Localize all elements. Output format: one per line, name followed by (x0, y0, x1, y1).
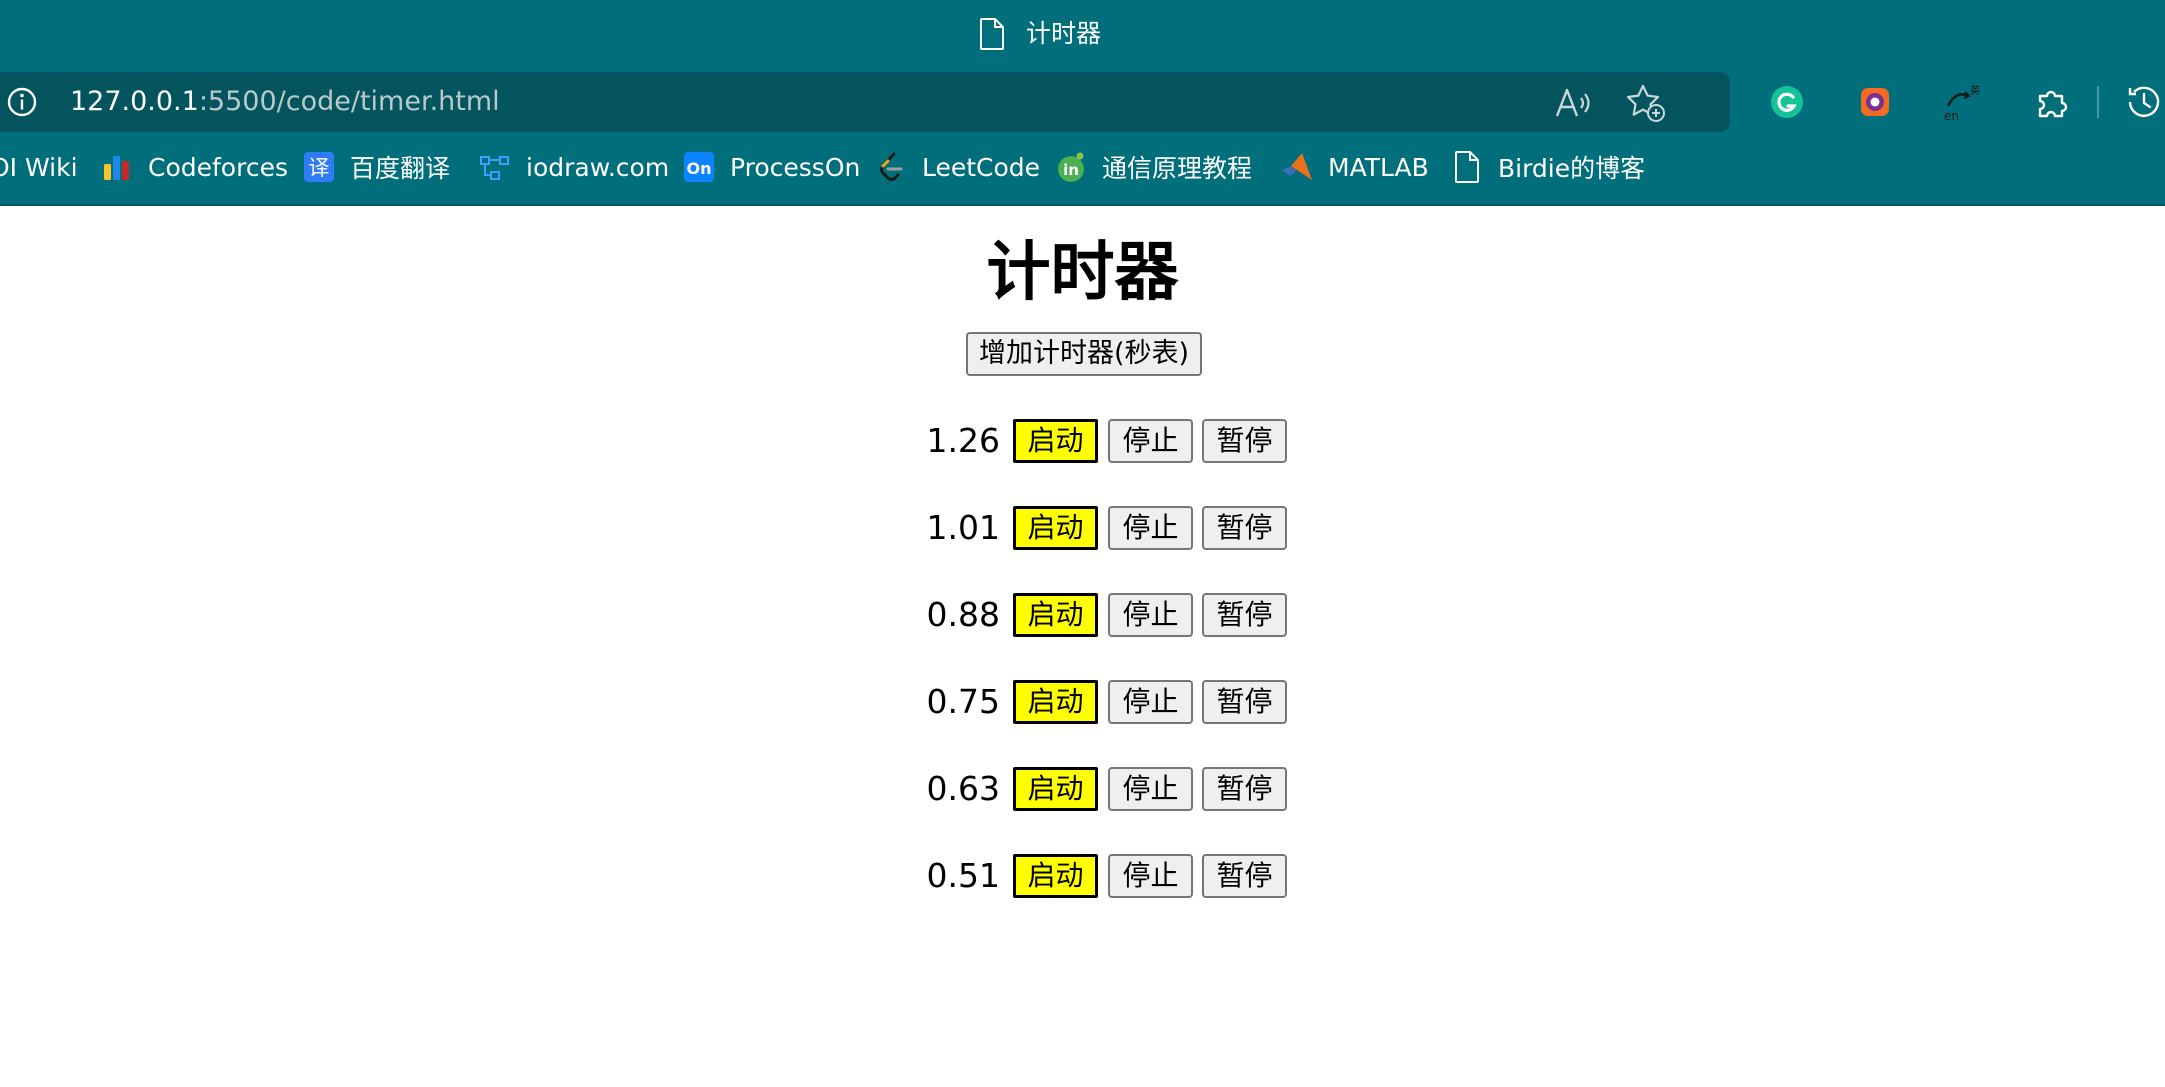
bookmark-oi-wiki[interactable]: OI Wiki (0, 142, 78, 192)
stop-button[interactable]: 停止 (1108, 854, 1193, 898)
timer-value: 0.75 (926, 682, 1000, 721)
bookmark-label: Codeforces (148, 152, 288, 182)
start-button[interactable]: 启动 (1013, 593, 1098, 637)
timer-row: 1.26 启动 停止 暂停 (0, 417, 2165, 465)
stop-button[interactable]: 停止 (1108, 593, 1193, 637)
extension-icon[interactable] (1853, 80, 1897, 124)
iodraw-icon (480, 156, 509, 180)
add-favorite-icon[interactable] (1625, 82, 1667, 124)
title-bar: 计时器 (0, 0, 2165, 68)
bookmark-course[interactable]: in 通信原理教程 (1054, 142, 1252, 192)
svg-text:译: 译 (309, 156, 330, 180)
stop-button[interactable]: 停止 (1108, 767, 1193, 811)
bookmark-label: LeetCode (922, 152, 1041, 182)
timer-value: 1.01 (926, 508, 1000, 547)
bookmarks-bar: OI Wiki Codeforces 译 百度翻译 iodr (0, 142, 2165, 192)
translate-icon[interactable]: en 英 (1940, 80, 1984, 124)
add-timer-button[interactable]: 增加计时器(秒表) (966, 332, 1202, 376)
history-icon[interactable] (2122, 80, 2165, 124)
pause-button[interactable]: 暂停 (1202, 419, 1287, 463)
page-title: 计时器 (986, 236, 1179, 310)
pause-button[interactable]: 暂停 (1202, 767, 1287, 811)
timer-row: 1.01 启动 停止 暂停 (0, 504, 2165, 552)
pause-button[interactable]: 暂停 (1202, 593, 1287, 637)
bookmark-codeforces[interactable]: Codeforces (100, 142, 288, 192)
info-icon[interactable] (6, 86, 38, 118)
start-button[interactable]: 启动 (1013, 506, 1098, 550)
processon-icon: On (684, 152, 714, 182)
baidu-translate-icon: 译 (304, 152, 334, 182)
start-button[interactable]: 启动 (1013, 854, 1098, 898)
window-title: 计时器 (1026, 19, 1102, 48)
bookmark-blog[interactable]: Birdie的博客 (1450, 142, 1645, 192)
matlab-icon (1282, 153, 1312, 180)
timer-row: 0.88 启动 停止 暂停 (0, 591, 2165, 639)
svg-text:en: en (1944, 109, 1959, 123)
timer-value: 1.26 (926, 421, 1000, 460)
pause-button[interactable]: 暂停 (1202, 854, 1287, 898)
course-icon: in (1058, 152, 1084, 182)
bookmark-label: 通信原理教程 (1102, 154, 1253, 183)
start-button[interactable]: 启动 (1013, 767, 1098, 811)
bookmark-label: MATLAB (1328, 152, 1429, 182)
bookmark-matlab[interactable]: MATLAB (1280, 142, 1429, 192)
toolbar-separator (2097, 86, 2099, 118)
stop-button[interactable]: 停止 (1108, 680, 1193, 724)
read-aloud-icon[interactable] (1553, 84, 1593, 122)
pause-button[interactable]: 暂停 (1202, 680, 1287, 724)
grammarly-icon[interactable] (1765, 80, 1809, 124)
timer-row: 0.63 启动 停止 暂停 (0, 765, 2165, 813)
leetcode-icon (880, 152, 903, 181)
timer-value: 0.88 (926, 595, 1000, 634)
bookmark-leetcode[interactable]: LeetCode (874, 142, 1040, 192)
timer-row: 0.75 启动 停止 暂停 (0, 678, 2165, 726)
document-icon (1455, 151, 1479, 183)
timer-value: 0.63 (926, 769, 1000, 808)
bookmark-iodraw[interactable]: iodraw.com (478, 142, 669, 192)
url-text[interactable]: 127.0.0.1:5500/code/timer.html (70, 82, 500, 122)
url-path: :5500/code/timer.html (198, 86, 500, 117)
bookmark-label: ProcessOn (730, 152, 861, 182)
svg-text:On: On (687, 159, 712, 178)
extensions-puzzle-icon[interactable] (2030, 80, 2074, 124)
pause-button[interactable]: 暂停 (1202, 506, 1287, 550)
browser-chrome: 计时器 127.0.0.1:5500/code/timer.html en 英 … (0, 0, 2165, 206)
bookmark-label: iodraw.com (526, 152, 670, 182)
bookmark-baidu-translate[interactable]: 译 百度翻译 (302, 142, 450, 192)
start-button[interactable]: 启动 (1013, 419, 1098, 463)
timer-value: 0.51 (926, 856, 1000, 895)
bookmark-label: 百度翻译 (350, 154, 451, 183)
timer-row: 0.51 启动 停止 暂停 (0, 852, 2165, 900)
document-icon (980, 18, 1004, 50)
bookmark-label: Birdie的博客 (1498, 154, 1646, 183)
svg-text:in: in (1063, 161, 1079, 179)
codeforces-icon (104, 156, 129, 180)
url-host: 127.0.0.1 (70, 86, 199, 117)
stop-button[interactable]: 停止 (1108, 506, 1193, 550)
stop-button[interactable]: 停止 (1108, 419, 1193, 463)
start-button[interactable]: 启动 (1013, 680, 1098, 724)
svg-text:英: 英 (1970, 84, 1980, 97)
bookmark-label: OI Wiki (0, 152, 78, 182)
address-bar[interactable]: 127.0.0.1:5500/code/timer.html (0, 72, 1730, 132)
bookmark-processon[interactable]: On ProcessOn (682, 142, 860, 192)
